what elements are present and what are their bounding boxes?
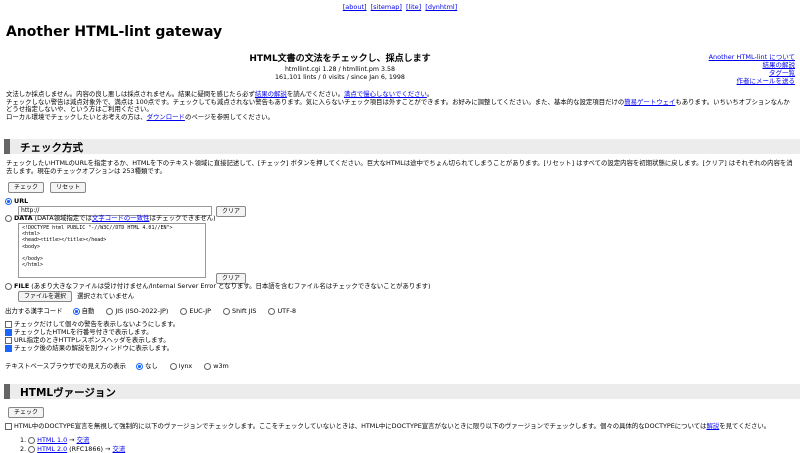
data-note: (DATA領域指定では (34, 214, 92, 222)
about-link[interactable]: Another HTML-lint について (709, 53, 795, 61)
charset-label: 出力する漢字コード (5, 307, 63, 315)
version-extra: (RFC1866) (67, 445, 104, 453)
intro-text: 文法しか採点しません。内容の良し悪しは採点されません。結果に疑問を感じたら必ず結… (6, 90, 796, 122)
html20-link[interactable]: HTML 2.0 (37, 445, 67, 453)
charset-jis-label: JIS (ISO-2022-JP) (115, 307, 169, 315)
result-explanation-link[interactable]: 結果の解説 (763, 61, 796, 69)
http-headers-checkbox[interactable] (5, 336, 12, 344)
choose-file-button[interactable]: ファイルを選択 (18, 291, 73, 302)
version-number: 1. (20, 436, 27, 444)
page-subtitle: HTML文書の文法をチェックし、採点します (249, 54, 431, 64)
section-html-version-header: HTMLヴァージョン (4, 384, 800, 399)
browser-none-label: なし (144, 362, 158, 370)
charset-sjis-radio[interactable] (223, 307, 231, 315)
line-numbers-checkbox[interactable] (5, 328, 12, 336)
separate-window-checkbox[interactable] (5, 344, 12, 352)
browser-lynx-radio[interactable] (169, 362, 177, 370)
clear-url-button[interactable]: クリア (216, 206, 247, 217)
file-note: (あまり大きなファイルは受け付けません/Internal Server Erro… (31, 282, 431, 290)
force-version-desc: HTML中のDOCTYPE宣言を無視して強制的に以下のヴァージョンでチェックしま… (14, 422, 707, 430)
html10-radio[interactable] (28, 436, 36, 444)
intro-text-7: のページを参照してください。 (184, 113, 274, 122)
charset-row: 出力する漢字コード 自動 JIS (ISO-2022-JP) EUC-JP Sh… (5, 307, 306, 315)
file-picker: ファイルを選択 選択されていません (18, 291, 134, 302)
nav-dynhtml-link[interactable]: [dynhtml] (425, 3, 457, 11)
version-item: 2. HTML 2.0 (RFC1866) → 交流 (20, 445, 125, 453)
reset-button[interactable]: リセット (50, 182, 87, 193)
mail-author-link[interactable]: 作者にメールを送る (737, 77, 796, 85)
data-label: DATA (14, 214, 33, 222)
option-label: チェックしたHTMLを行番号付きで表示します。 (14, 328, 153, 336)
browser-none-radio[interactable] (135, 362, 143, 370)
tag-list-link[interactable]: タグ一覧 (769, 69, 795, 77)
text-browser-label: テキストベースブラウザでの見え方の表示 (5, 362, 126, 370)
nav-about-link[interactable]: [about] (343, 3, 367, 11)
html-data-textarea[interactable]: <!DOCTYPE html PUBLIC "-//W3C//DTD HTML … (18, 223, 206, 278)
option-label: チェックだけして個々の警告を表示しないようにします。 (14, 320, 180, 328)
file-radio[interactable] (5, 282, 12, 290)
file-label: FILE (14, 282, 30, 290)
check-options: チェックだけして個々の警告を表示しないようにします。 チェックしたHTMLを行番… (5, 320, 179, 352)
data-note-end: はチェックできません) (149, 214, 216, 222)
charset-auto-label: 自動 (81, 307, 95, 315)
option-label: URL指定のときHTTPレスポンスヘッダを表示します。 (14, 336, 170, 344)
intro-text-6: ローカル環境でチェックしたいとお考えの方は、 (6, 113, 147, 122)
page-title: Another HTML-lint gateway (6, 24, 223, 40)
charset-eucjp-radio[interactable] (180, 307, 188, 315)
doctype-explanation-link[interactable]: 解説 (706, 422, 719, 430)
version-arrow: → (67, 436, 77, 444)
browser-w3m-label: w3m (213, 362, 229, 370)
text-browser-row: テキストベースブラウザでの見え方の表示 なし lynx w3m (5, 362, 239, 370)
nav-sitemap-link[interactable]: [sitemap] (371, 3, 402, 11)
file-option: FILE (あまり大きなファイルは受け付けません/Internal Server… (5, 282, 431, 290)
url-radio[interactable] (5, 197, 12, 205)
force-version-checkbox[interactable] (5, 422, 12, 430)
nav-lite-link[interactable]: [lite] (406, 3, 421, 11)
url-label: URL (14, 197, 29, 205)
data-radio[interactable] (5, 214, 12, 222)
stats-line: 161,101 lints / 0 visits / since Jan 6, … (275, 74, 405, 81)
html20-exchange-link[interactable]: 交流 (112, 445, 125, 453)
section-check-method-header: チェック方式 (4, 139, 800, 154)
section-heading: チェック方式 (20, 142, 83, 154)
version-info: htmllint.cgi 1.28 / htmllint.pm 3.58 161… (150, 66, 530, 82)
url-option: URL (5, 197, 28, 205)
version-check-button[interactable]: チェック (8, 407, 45, 418)
html20-radio[interactable] (28, 445, 36, 453)
simple-gateway-link[interactable]: 簡易ゲートウェイ (624, 98, 675, 106)
version-number: 2. (20, 445, 27, 453)
check-method-description: チェックしたいHTMLのURLを指定するか、HTMLを下のテキスト領域に直接記述… (6, 159, 793, 175)
version-item: 1. HTML 1.0 → 交流 (20, 436, 89, 444)
right-links: Another HTML-lint について 結果の解説 タグ一覧 作者にメール… (709, 53, 795, 85)
section-heading: HTMLヴァージョン (20, 387, 116, 399)
charset-sjis-label: Shift JIS (232, 307, 257, 315)
suppress-warnings-checkbox[interactable] (5, 320, 12, 328)
browser-lynx-label: lynx (178, 362, 193, 370)
browser-w3m-radio[interactable] (204, 362, 212, 370)
version-line: htmllint.cgi 1.28 / htmllint.pm 3.58 (284, 66, 396, 73)
charset-auto-radio[interactable] (72, 307, 80, 315)
charset-utf8-radio[interactable] (268, 307, 276, 315)
top-nav: [about] [sitemap] [lite] [dynhtml] (0, 3, 800, 11)
download-link[interactable]: ダウンロード (147, 113, 185, 121)
html10-link[interactable]: HTML 1.0 (37, 436, 67, 444)
charset-eucjp-label: EUC-JP (189, 307, 211, 315)
form-buttons: チェック リセット (8, 182, 87, 193)
charset-jis-radio[interactable] (106, 307, 114, 315)
check-button[interactable]: チェック (8, 182, 45, 193)
charset-utf8-label: UTF-8 (277, 307, 297, 315)
force-version-row: HTML中のDOCTYPE宣言を無視して強制的に以下のヴァージョンでチェックしま… (5, 422, 770, 430)
force-version-desc-end: を見てください。 (719, 422, 771, 430)
file-status: 選択されていません (77, 292, 135, 300)
option-label: チェック後の結果の解説を別ウィンドウに表示します。 (14, 344, 174, 352)
html10-exchange-link[interactable]: 交流 (77, 436, 90, 444)
data-option: DATA (DATA領域指定では文字コードの一致性はチェックできません) (5, 214, 216, 222)
charset-consistency-link[interactable]: 文字コードの一致性 (92, 214, 150, 222)
